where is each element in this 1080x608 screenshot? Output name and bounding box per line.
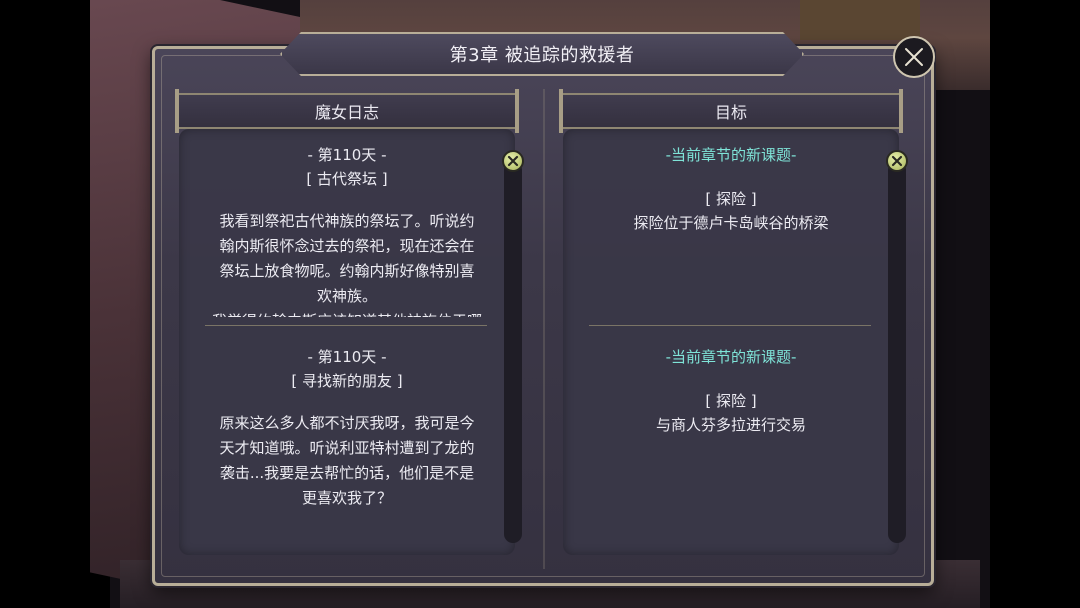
journal-scroll-handle[interactable] (502, 150, 524, 172)
goals-header: 目标 (559, 89, 903, 133)
goals-scrollbar[interactable] (888, 161, 906, 543)
entry-body: 原来这么多人都不讨厌我呀，我可是今 天才知道哦。听说利亚特村遭到了龙的 袭击..… (219, 414, 475, 507)
entry-tag: [ 古代祭坛 ] (306, 170, 388, 188)
goal-desc: 探险位于德卢卡岛峡谷的桥梁 (633, 214, 829, 232)
goals-scroll-handle[interactable] (886, 150, 908, 172)
chapter-title-banner: 第3章 被追踪的救援者 (280, 32, 804, 76)
entry-body: 我看到祭祀古代神族的祭坛了。听说约 翰内斯很怀念过去的祭祀，现在还会在 祭坛上放… (179, 209, 515, 317)
entry-day: - 第110天 - (307, 348, 387, 366)
journal-scrollbar[interactable] (504, 161, 522, 543)
goal-heading: -当前章节的新课题- (665, 146, 797, 164)
goal-heading: -当前章节的新课题- (665, 348, 797, 366)
goal-divider (589, 325, 871, 326)
journal-entry: - 第110天 - [ 古代祭坛 ] 我看到祭祀古代神族的祭坛了。听说约 翰内斯… (179, 143, 515, 317)
goal-entry: -当前章节的新课题- [ 探险 ] 探险位于德卢卡岛峡谷的桥梁 (563, 143, 899, 235)
goal-desc: 与商人芬多拉进行交易 (655, 416, 806, 434)
chapter-title: 第3章 被追踪的救援者 (449, 45, 635, 66)
goals-title: 目标 (714, 103, 747, 122)
close-icon (905, 48, 923, 66)
chapter-dialog: 魔女日志 目标 - 第110天 - [ 古代祭坛 ] 我看到祭祀古代神族的祭坛了… (152, 46, 934, 586)
column-separator (543, 89, 545, 569)
journal-header: 魔女日志 (175, 89, 519, 133)
close-button[interactable] (893, 36, 935, 78)
entry-cut-line: 我觉得约翰内斯应该知道其他神族位于哪 (195, 309, 499, 317)
entry-day: - 第110天 - (307, 146, 387, 164)
journal-list[interactable]: - 第110天 - [ 古代祭坛 ] 我看到祭祀古代神族的祭坛了。听说约 翰内斯… (179, 129, 515, 555)
goals-list[interactable]: -当前章节的新课题- [ 探险 ] 探险位于德卢卡岛峡谷的桥梁 -当前章节的新课… (563, 129, 899, 555)
x-icon (507, 155, 519, 167)
entry-tag: [ 寻找新的朋友 ] (291, 372, 403, 390)
entry-divider (205, 325, 487, 326)
goal-entry: -当前章节的新课题- [ 探险 ] 与商人芬多拉进行交易 (563, 345, 899, 437)
x-icon (891, 155, 903, 167)
goal-tag: [ 探险 ] (705, 392, 757, 410)
goal-tag: [ 探险 ] (705, 190, 757, 208)
journal-title: 魔女日志 (314, 103, 379, 122)
journal-entry: - 第110天 - [ 寻找新的朋友 ] 原来这么多人都不讨厌我呀，我可是今 天… (179, 345, 515, 511)
